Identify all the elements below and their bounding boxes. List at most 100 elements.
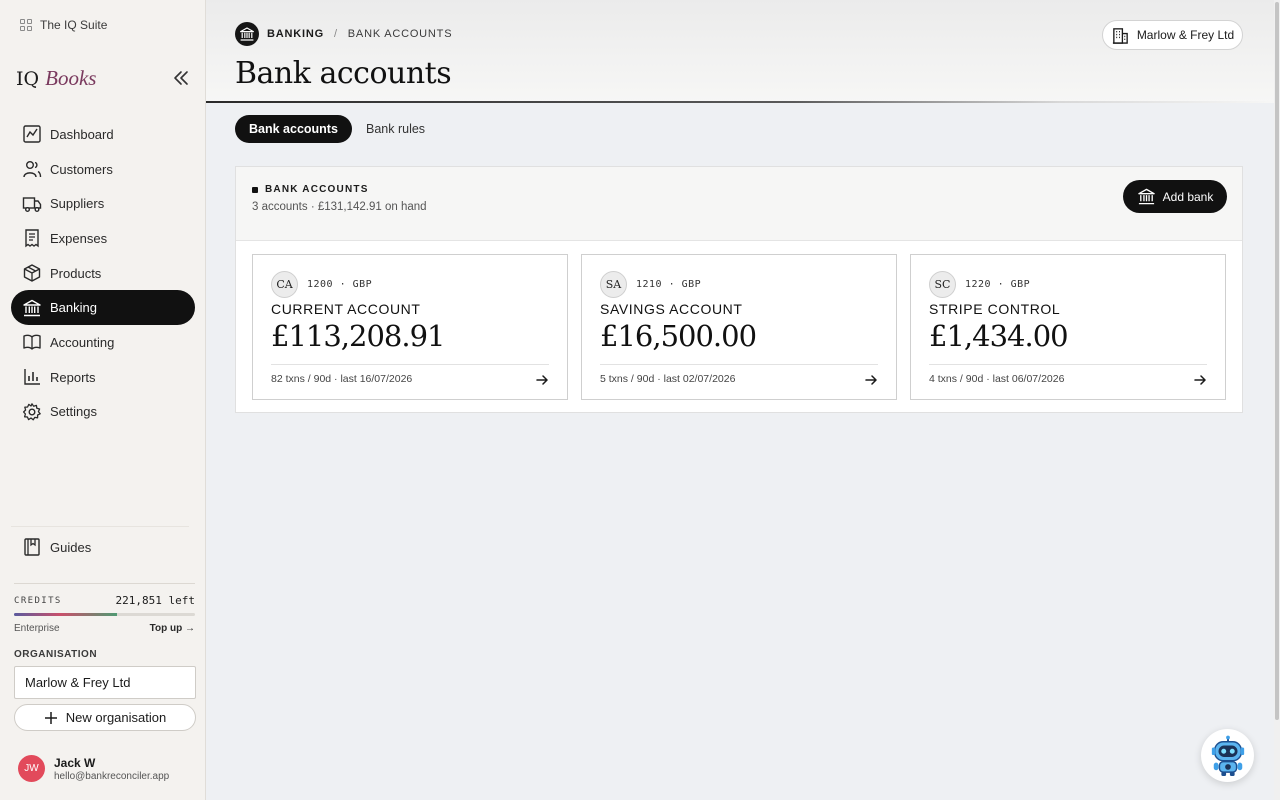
panel-header: BANK ACCOUNTS 3 accounts · £131,142.91 o… <box>236 167 1242 241</box>
collapse-sidebar-icon[interactable] <box>172 70 190 86</box>
breadcrumb-section[interactable]: BANKING <box>267 28 324 40</box>
credits-bar-fill <box>14 613 118 616</box>
new-organisation-button[interactable]: New organisation <box>14 704 196 731</box>
bank-accounts-panel: BANK ACCOUNTS 3 accounts · £131,142.91 o… <box>235 166 1243 413</box>
account-code: 1220 · GBP <box>965 279 1031 290</box>
account-name: CURRENT ACCOUNT <box>271 301 421 317</box>
new-organisation-label: New organisation <box>65 710 167 725</box>
add-bank-button[interactable]: Add bank <box>1123 180 1227 213</box>
nav-label: Suppliers <box>50 196 105 212</box>
nav-label: Reports <box>50 369 96 385</box>
nav-item-products[interactable]: Products <box>11 256 195 291</box>
building-icon <box>1112 27 1128 44</box>
arrow-right-icon[interactable] <box>535 373 549 387</box>
bar-chart-icon <box>24 369 40 385</box>
receipt-icon <box>25 229 39 248</box>
account-badge: SA <box>600 271 627 298</box>
nav-label: Expenses <box>50 230 108 246</box>
users-icon <box>23 161 42 178</box>
page-scrollbar[interactable] <box>1274 0 1280 800</box>
breadcrumb: BANKING / BANK ACCOUNTS <box>235 22 452 46</box>
credits-value: 221,851 left <box>115 594 195 607</box>
suite-label: The IQ Suite <box>40 18 108 32</box>
nav-item-dashboard[interactable]: Dashboard <box>11 117 195 152</box>
account-activity: 82 txns / 90d · last 16/07/2026 <box>271 373 413 385</box>
nav-item-banking[interactable]: Banking <box>11 290 195 326</box>
panel-title-text: BANK ACCOUNTS <box>265 184 369 195</box>
nav-label: Banking <box>50 300 97 316</box>
page-title: Bank accounts <box>235 56 452 91</box>
gear-icon <box>22 402 41 421</box>
organisation-chip-label: Marlow & Frey Ltd <box>1136 28 1235 42</box>
organisation-chip[interactable]: Marlow & Frey Ltd <box>1102 20 1243 50</box>
nav-label: Settings <box>50 404 97 420</box>
header-divider <box>206 101 1274 103</box>
logo-prefix: IQ <box>16 68 40 90</box>
plan-label: Enterprise <box>14 623 60 634</box>
robot-icon <box>1211 735 1244 776</box>
nav-label: Products <box>50 265 102 281</box>
arrow-right-icon[interactable] <box>864 373 878 387</box>
credits-bar <box>14 613 195 616</box>
bank-icon <box>1137 188 1155 205</box>
nav-item-suppliers[interactable]: Suppliers <box>11 186 195 221</box>
nav-label: Guides <box>50 539 92 555</box>
nav-label: Customers <box>50 161 113 177</box>
top-up-link[interactable]: Top up → <box>150 623 195 634</box>
box-icon <box>23 264 41 282</box>
account-balance: £16,500.00 <box>600 319 757 353</box>
account-card-current[interactable]: CA 1200 · GBP CURRENT ACCOUNT £113,208.9… <box>252 254 568 400</box>
add-bank-label: Add bank <box>1162 189 1214 204</box>
plus-icon <box>44 711 57 724</box>
user-profile[interactable]: JW Jack W hello@bankreconciler.app <box>18 755 169 782</box>
nav-item-customers[interactable]: Customers <box>11 152 195 187</box>
organisation-select[interactable]: Marlow & Frey Ltd <box>14 666 196 699</box>
tab-bank-rules[interactable]: Bank rules <box>352 115 439 143</box>
card-divider <box>271 364 549 365</box>
account-balance: £113,208.91 <box>271 319 445 353</box>
sidebar: The IQ Suite IQ Books Dashboard Customer… <box>0 0 206 800</box>
square-bullet-icon <box>252 186 258 193</box>
assistant-bot-button[interactable] <box>1201 729 1254 782</box>
bank-icon <box>23 299 41 316</box>
account-card-savings[interactable]: SA 1210 · GBP SAVINGS ACCOUNT £16,500.00… <box>581 254 897 400</box>
nav-item-accounting[interactable]: Accounting <box>11 325 195 360</box>
account-badge: CA <box>271 271 298 298</box>
account-badge: SC <box>929 271 956 298</box>
tab-bank-accounts[interactable]: Bank accounts <box>235 115 352 143</box>
app-logo: IQ Books <box>16 66 96 91</box>
account-activity: 4 txns / 90d · last 06/07/2026 <box>929 373 1065 385</box>
credits-label: CREDITS <box>14 595 62 606</box>
account-name: SAVINGS ACCOUNT <box>600 301 743 317</box>
book-icon <box>23 335 41 351</box>
apps-grid-icon <box>20 19 32 31</box>
user-name: Jack W <box>54 755 96 770</box>
account-card-stripe[interactable]: SC 1220 · GBP STRIPE CONTROL £1,434.00 4… <box>910 254 1226 400</box>
nav-label: Dashboard <box>50 126 114 142</box>
breadcrumb-page: BANK ACCOUNTS <box>347 28 453 40</box>
dashboard-icon <box>23 125 41 144</box>
user-email: hello@bankreconciler.app <box>54 770 170 782</box>
scrollbar-thumb[interactable] <box>1275 2 1279 720</box>
nav-item-guides[interactable]: Guides <box>11 530 189 565</box>
avatar: JW <box>18 755 45 782</box>
nav-label: Accounting <box>50 334 115 350</box>
organisation-label: ORGANISATION <box>14 649 98 660</box>
panel-summary: 3 accounts · £131,142.91 on hand <box>252 201 427 213</box>
breadcrumb-separator: / <box>333 28 338 40</box>
suite-switcher[interactable]: The IQ Suite <box>20 18 107 32</box>
arrow-right-icon[interactable] <box>1193 373 1207 387</box>
main-nav: Dashboard Customers Suppliers Expenses P… <box>11 117 195 429</box>
account-activity: 5 txns / 90d · last 02/07/2026 <box>600 373 736 385</box>
panel-title: BANK ACCOUNTS <box>252 184 369 195</box>
account-name: STRIPE CONTROL <box>929 301 1061 317</box>
nav-item-settings[interactable]: Settings <box>11 395 195 430</box>
nav-item-reports[interactable]: Reports <box>11 360 195 395</box>
account-code: 1210 · GBP <box>636 279 702 290</box>
account-balance: £1,434.00 <box>929 319 1069 353</box>
nav-item-expenses[interactable]: Expenses <box>11 221 195 256</box>
account-code: 1200 · GBP <box>307 279 373 290</box>
bank-icon <box>235 22 259 46</box>
logo-emphasis: Books <box>45 66 97 90</box>
card-divider <box>600 364 878 365</box>
